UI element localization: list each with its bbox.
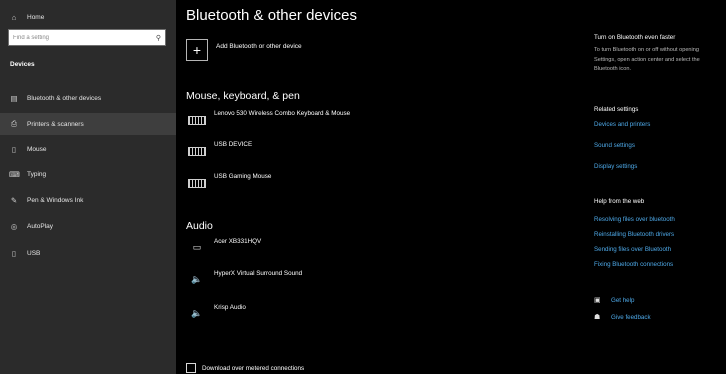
sidebar-item-label: USB bbox=[27, 249, 41, 257]
sidebar-section-title: Devices bbox=[10, 61, 35, 68]
sidebar-item-printers[interactable]: ⎙ Printers & scanners bbox=[0, 113, 176, 135]
device-item[interactable]: Lenovo 530 Wireless Combo Keyboard & Mou… bbox=[186, 110, 351, 126]
bluetooth-devices-icon: ▤ bbox=[10, 93, 18, 103]
help-title: Help from the web bbox=[594, 198, 645, 205]
link-sound-settings[interactable]: Sound settings bbox=[594, 142, 635, 149]
search-icon[interactable]: ⚲ bbox=[156, 34, 161, 42]
related-settings-title: Related settings bbox=[594, 106, 639, 113]
add-device-button[interactable]: + Add Bluetooth or other device bbox=[186, 39, 302, 61]
speaker-icon: 🔈 bbox=[191, 307, 203, 318]
sidebar-item-usb[interactable]: ▯ USB bbox=[0, 242, 176, 264]
search-input[interactable] bbox=[13, 34, 143, 41]
sidebar-item-autoplay[interactable]: ◎ AutoPlay bbox=[0, 215, 176, 237]
page-title: Bluetooth & other devices bbox=[186, 7, 357, 24]
keyboard-icon bbox=[186, 112, 208, 126]
sidebar-item-label: Printers & scanners bbox=[27, 120, 84, 128]
sidebar-item-typing[interactable]: ⌨ Typing bbox=[0, 163, 176, 185]
keyboard-icon bbox=[186, 175, 208, 189]
mouse-icon: ▯ bbox=[11, 144, 17, 154]
settings-search-box[interactable]: ⚲ bbox=[8, 29, 166, 46]
sidebar-item-label: Typing bbox=[27, 170, 47, 178]
metered-checkbox-label[interactable]: Download over metered connections bbox=[202, 365, 304, 372]
input-devices-heading: Mouse, keyboard, & pen bbox=[186, 90, 300, 102]
device-name: Acer XB331HQV bbox=[214, 238, 262, 245]
sidebar-item-label: Bluetooth & other devices bbox=[27, 94, 102, 102]
sidebar-item-label: Pen & Windows Ink bbox=[27, 196, 84, 204]
tip-description: To turn Bluetooth on or off without open… bbox=[594, 47, 700, 72]
keyboard-icon bbox=[186, 143, 208, 157]
link-devices-and-printers[interactable]: Devices and printers bbox=[594, 121, 650, 128]
speaker-icon: 🔈 bbox=[191, 273, 203, 284]
home-icon: ⌂ bbox=[11, 12, 17, 22]
device-item[interactable]: USB DEVICE bbox=[186, 141, 253, 157]
give-feedback-item[interactable]: ☗ Give feedback bbox=[594, 313, 651, 322]
keyboard-icon: ⌨ bbox=[9, 169, 20, 179]
device-item[interactable]: ▭ Acer XB331HQV bbox=[186, 238, 262, 254]
home-nav-item[interactable]: ⌂ Home bbox=[0, 6, 176, 28]
get-help-link[interactable]: Get help bbox=[611, 297, 634, 304]
audio-heading: Audio bbox=[186, 220, 213, 232]
tip-title: Turn on Bluetooth even faster bbox=[594, 34, 676, 41]
feedback-icon: ☗ bbox=[594, 314, 601, 321]
help-link[interactable]: Resolving files over bluetooth bbox=[594, 216, 675, 223]
device-item[interactable]: 🔈 Krisp Audio bbox=[186, 304, 246, 320]
usb-icon: ▯ bbox=[11, 248, 17, 258]
chat-help-icon: ▣ bbox=[594, 297, 601, 304]
device-item[interactable]: USB Gaming Mouse bbox=[186, 173, 272, 189]
give-feedback-link[interactable]: Give feedback bbox=[611, 314, 651, 321]
device-name: HyperX Virtual Surround Sound bbox=[214, 270, 303, 277]
device-name: Krisp Audio bbox=[214, 304, 246, 311]
sidebar-item-label: AutoPlay bbox=[27, 222, 54, 230]
sidebar-item-bluetooth[interactable]: ▤ Bluetooth & other devices bbox=[0, 87, 176, 109]
help-link[interactable]: Sending files over Bluetooth bbox=[594, 246, 671, 253]
metered-checkbox[interactable] bbox=[186, 363, 196, 373]
sidebar-item-pen[interactable]: ✎ Pen & Windows Ink bbox=[0, 189, 176, 211]
device-name: USB Gaming Mouse bbox=[214, 173, 272, 180]
get-help-item[interactable]: ▣ Get help bbox=[594, 296, 634, 305]
pen-icon: ✎ bbox=[10, 195, 18, 205]
link-display-settings[interactable]: Display settings bbox=[594, 163, 637, 170]
settings-sidebar: ⌂ Home ⚲ Devices ▤ Bluetooth & other dev… bbox=[0, 0, 176, 374]
metered-connection-option[interactable]: Download over metered connections bbox=[186, 363, 304, 373]
add-device-label[interactable]: Add Bluetooth or other device bbox=[216, 43, 302, 50]
device-name: USB DEVICE bbox=[214, 141, 253, 148]
monitor-icon: ▭ bbox=[192, 241, 202, 252]
help-link[interactable]: Fixing Bluetooth connections bbox=[594, 261, 673, 268]
plus-icon[interactable]: + bbox=[186, 39, 208, 61]
printer-icon: ⎙ bbox=[11, 119, 17, 128]
sidebar-item-label: Mouse bbox=[27, 145, 47, 153]
device-item[interactable]: 🔈 HyperX Virtual Surround Sound bbox=[186, 270, 303, 286]
autoplay-icon: ◎ bbox=[10, 221, 18, 231]
sidebar-item-mouse[interactable]: ▯ Mouse bbox=[0, 138, 176, 160]
device-name: Lenovo 530 Wireless Combo Keyboard & Mou… bbox=[214, 110, 351, 117]
help-link[interactable]: Reinstalling Bluetooth drivers bbox=[594, 231, 674, 238]
home-label: Home bbox=[27, 13, 45, 21]
